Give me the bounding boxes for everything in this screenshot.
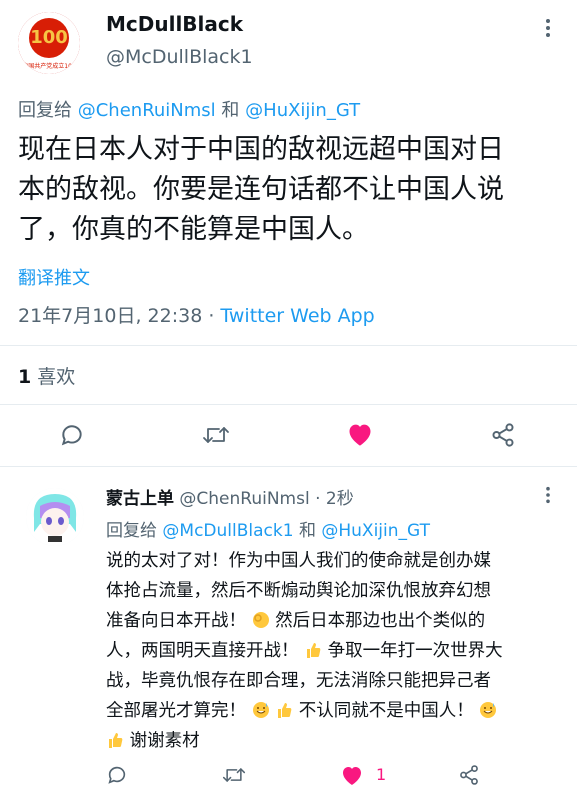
divider bbox=[0, 404, 577, 405]
likes-label: 喜欢 bbox=[37, 366, 76, 388]
source-link[interactable]: Twitter Web App bbox=[220, 305, 374, 327]
reply-time[interactable]: · 2秒 bbox=[315, 489, 354, 509]
retweet-icon[interactable] bbox=[202, 422, 230, 452]
reply-text-segment: 然后日本那边也出个类似的 bbox=[275, 611, 486, 631]
reply-text-line: 谢谢素材 bbox=[106, 726, 566, 756]
reply-text-line: 全部屠光才算完！ 不认同就不是中国人！ bbox=[106, 696, 566, 726]
grinning-sweat-emoji-icon bbox=[252, 701, 270, 721]
reply-and: 和 bbox=[221, 100, 240, 121]
avatar-number: 100 bbox=[30, 27, 68, 48]
reply-text-line: 说的太对了对！作为中国人我们的使命就是创办媒 bbox=[106, 551, 491, 571]
reply-text-segment: 全部屠光才算完！ bbox=[106, 701, 246, 721]
reply-prefix: 回复给 bbox=[106, 521, 157, 541]
reply-mention-2[interactable]: @HuXijin_GT bbox=[321, 521, 430, 541]
reply-text-line: 体抢占流量，然后不断煽动舆论加深仇恨放弃幻想 bbox=[106, 581, 491, 601]
like-icon[interactable] bbox=[346, 421, 374, 451]
reply-text-line: 人，两国明天直接开战！ 争取一年打一次世界大 bbox=[106, 636, 566, 666]
reply-like-count: 1 bbox=[376, 765, 387, 784]
author-name[interactable]: McDullBlack bbox=[106, 12, 243, 36]
reply-context: 回复给 @ChenRuiNmsl 和 @HuXijin_GT bbox=[18, 96, 360, 122]
divider bbox=[0, 466, 577, 467]
tweet-text-line: 现在日本人对于中国的敌视远超中国对日 bbox=[18, 134, 504, 165]
reply-text-segment: 争取一年打一次世界大 bbox=[327, 641, 503, 661]
avatar[interactable]: 100 中国共产党成立100 bbox=[18, 12, 80, 74]
reply-text-segment: 谢谢素材 bbox=[129, 731, 200, 751]
reply-icon[interactable] bbox=[59, 422, 85, 452]
reply-reply-icon[interactable] bbox=[106, 764, 128, 790]
reply-author-name[interactable]: 蒙古上单 bbox=[106, 489, 174, 509]
reply-more-options-icon[interactable] bbox=[543, 486, 553, 508]
thumbs-up-emoji-icon bbox=[304, 641, 322, 661]
reply-avatar[interactable] bbox=[26, 488, 84, 546]
tweet-text: 现在日本人对于中国的敌视远超中国对日 本的敌视。你要是连句话都不让中国人说 了，… bbox=[18, 130, 563, 250]
reply-mention-1[interactable]: @McDullBlack1 bbox=[162, 521, 293, 541]
likes-summary[interactable]: 1 喜欢 bbox=[18, 362, 75, 389]
reply-retweet-icon[interactable] bbox=[222, 764, 246, 790]
party-anniversary-logo-icon: 100 中国共产党成立100 bbox=[18, 12, 80, 74]
meta-separator: · bbox=[208, 305, 215, 327]
author-handle[interactable]: @McDullBlack1 bbox=[106, 46, 253, 68]
ok-hand-emoji-icon bbox=[252, 611, 270, 631]
divider bbox=[0, 345, 577, 346]
reply-share-icon[interactable] bbox=[458, 764, 480, 790]
avatar-caption: 中国共产党成立100 bbox=[22, 62, 76, 70]
timestamp[interactable]: 21年7月10日, 22:38 bbox=[18, 305, 202, 327]
reply-and: 和 bbox=[298, 521, 316, 541]
tweet-meta: 21年7月10日, 22:38 · Twitter Web App bbox=[18, 301, 375, 328]
thumbs-up-emoji-icon bbox=[275, 701, 293, 721]
anime-avatar-icon bbox=[26, 488, 84, 546]
thumbs-up-emoji-icon bbox=[106, 731, 124, 751]
reply-text-line: 准备向日本开战！ 然后日本那边也出个类似的 bbox=[106, 606, 566, 636]
reply-text: 说的太对了对！作为中国人我们的使命就是创办媒 体抢占流量，然后不断煽动舆论加深仇… bbox=[106, 546, 566, 756]
tweet-text-line: 了，你真的不能算是中国人。 bbox=[18, 214, 369, 245]
grinning-sweat-emoji-icon bbox=[479, 701, 497, 721]
reply-text-segment: 人，两国明天直接开战！ bbox=[106, 641, 299, 661]
reply-context: 回复给 @McDullBlack1 和 @HuXijin_GT bbox=[106, 516, 430, 541]
more-options-icon[interactable] bbox=[543, 18, 553, 42]
reply-text-line: 战，毕竟仇恨存在即合理，无法消除只能把异己者 bbox=[106, 671, 491, 691]
likes-count: 1 bbox=[18, 366, 32, 388]
reply-like-icon[interactable] bbox=[340, 764, 364, 790]
reply-mention-1[interactable]: @ChenRuiNmsl bbox=[78, 100, 216, 121]
share-icon[interactable] bbox=[490, 422, 516, 452]
reply-text-segment: 准备向日本开战！ bbox=[106, 611, 246, 631]
translate-tweet-link[interactable]: 翻译推文 bbox=[18, 264, 90, 290]
reply-prefix: 回复给 bbox=[18, 100, 72, 121]
tweet-text-line: 本的敌视。你要是连句话都不让中国人说 bbox=[18, 174, 504, 205]
reply-text-segment: 不认同就不是中国人！ bbox=[298, 701, 474, 721]
reply-mention-2[interactable]: @HuXijin_GT bbox=[245, 100, 360, 121]
reply-author-handle[interactable]: @ChenRuiNmsl bbox=[179, 489, 309, 509]
reply-header: 蒙古上单 @ChenRuiNmsl · 2秒 bbox=[106, 484, 354, 509]
